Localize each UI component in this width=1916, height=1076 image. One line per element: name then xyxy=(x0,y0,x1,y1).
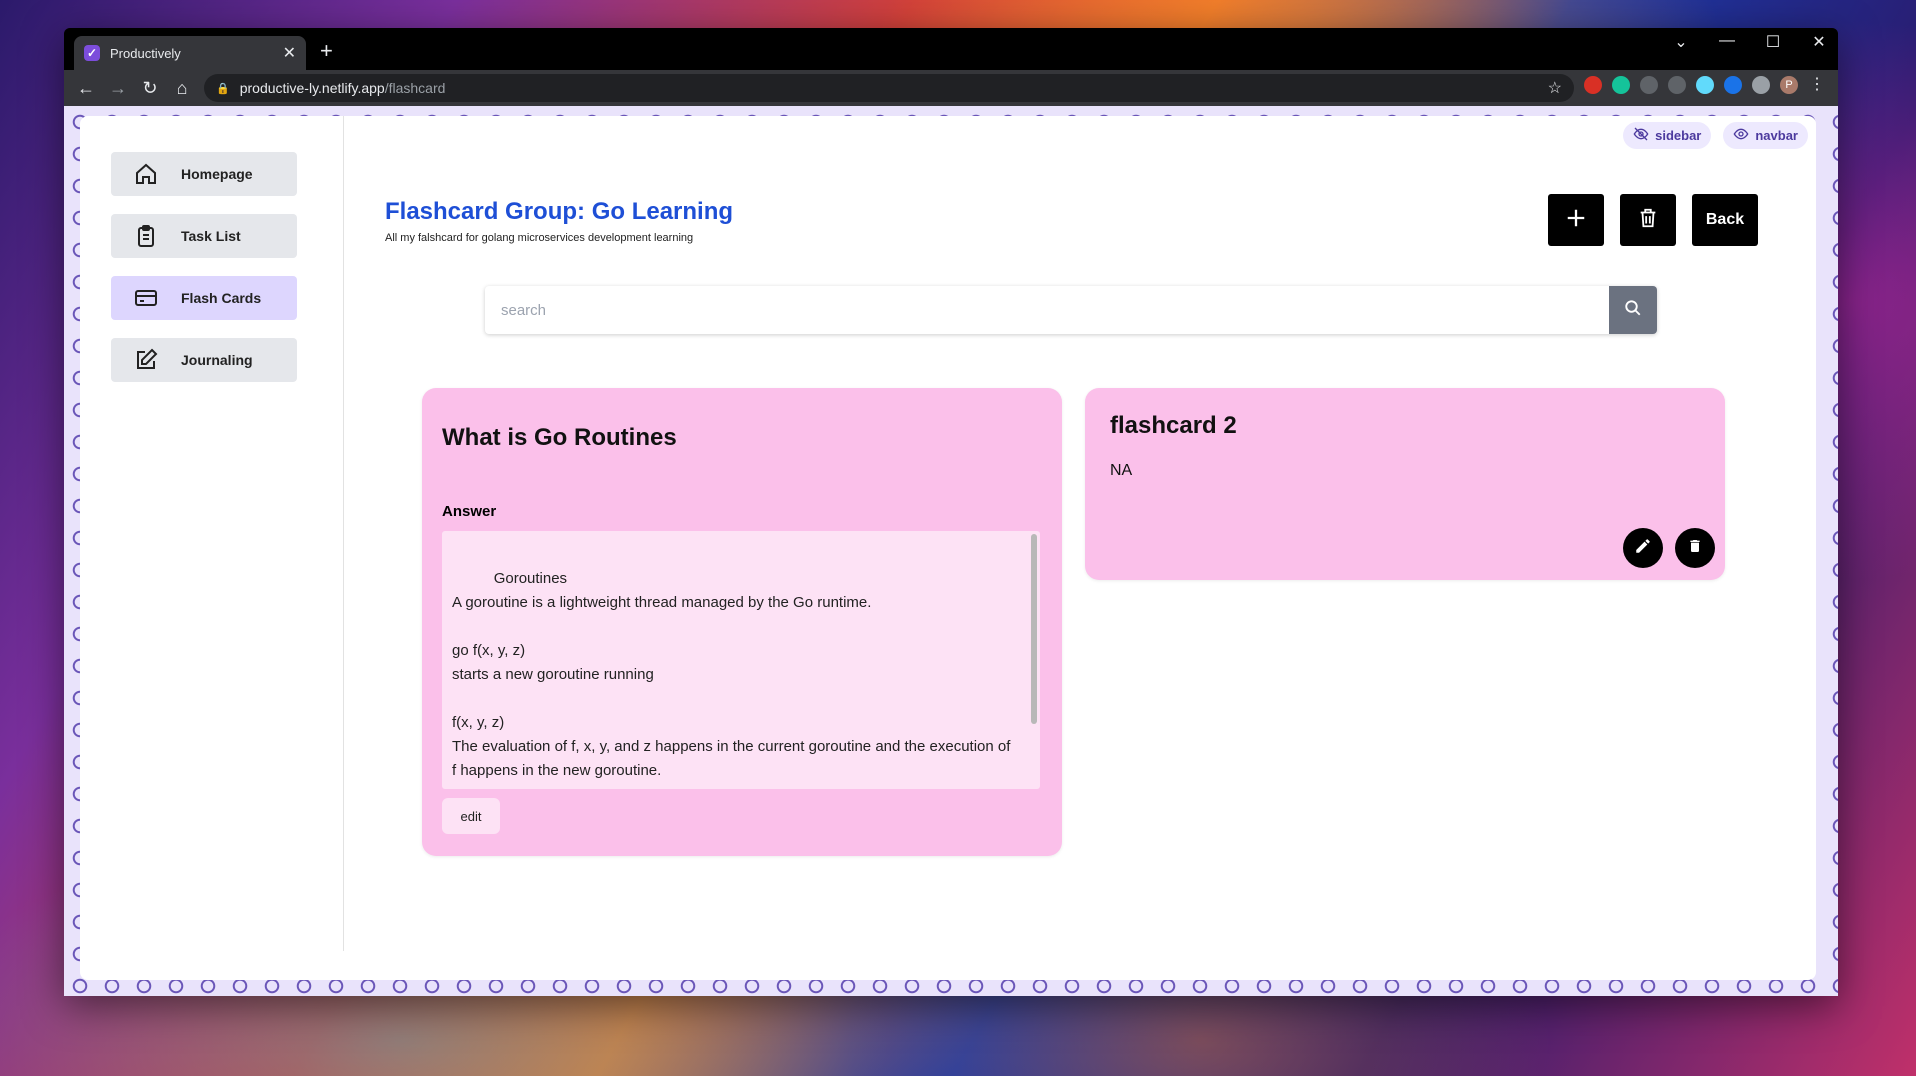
add-flashcard-button[interactable] xyxy=(1548,194,1604,246)
new-tab-icon[interactable]: + xyxy=(320,38,333,64)
extension-blue-icon[interactable] xyxy=(1724,76,1742,94)
search-icon xyxy=(1624,299,1642,322)
window-controls: ⌄ — ☐ ✕ xyxy=(1672,32,1828,52)
home-browser-icon[interactable]: ⌂ xyxy=(166,78,198,99)
menu-kebab-icon[interactable]: ⋮ xyxy=(1808,76,1826,94)
maximize-icon[interactable]: ☐ xyxy=(1764,32,1782,52)
sidebar-item-label: Flash Cards xyxy=(181,290,262,306)
delete-group-button[interactable] xyxy=(1620,194,1676,246)
trash-icon xyxy=(1687,538,1703,559)
sidebar-item-task-list[interactable]: Task List xyxy=(111,214,297,258)
edit-button[interactable]: edit xyxy=(442,798,500,834)
browser-window: ✓ Productively ✕ + ⌄ — ☐ ✕ ← → ↻ ⌂ 🔒 pro… xyxy=(64,28,1838,996)
flashcard-title: flashcard 2 xyxy=(1110,412,1237,439)
sidebar-item-label: Journaling xyxy=(181,352,253,368)
delete-flashcard-button[interactable] xyxy=(1675,528,1715,568)
flashcard-body: NA xyxy=(1110,462,1133,479)
flashcard: What is Go Routines Answer Goroutines A … xyxy=(422,388,1062,856)
page-description: All my falshcard for golang microservice… xyxy=(385,232,694,244)
app-content: Homepage Task List Flash Cards Journalin… xyxy=(80,116,1816,980)
extension-red-icon[interactable] xyxy=(1584,76,1602,94)
navbar-toggle-label: navbar xyxy=(1755,128,1798,143)
url-path: /flashcard xyxy=(384,80,446,96)
search-button[interactable] xyxy=(1609,286,1657,334)
edit-flashcard-button[interactable] xyxy=(1623,528,1663,568)
answer-textarea[interactable]: Goroutines A goroutine is a lightweight … xyxy=(442,531,1040,789)
minimize-icon[interactable]: — xyxy=(1718,32,1736,52)
answer-text: Goroutines A goroutine is a lightweight … xyxy=(452,570,1011,779)
extension-grammarly-icon[interactable] xyxy=(1612,76,1630,94)
tab-title: Productively xyxy=(110,45,181,61)
close-window-icon[interactable]: ✕ xyxy=(1810,32,1828,52)
reload-icon[interactable]: ↻ xyxy=(134,78,166,99)
browser-toolbar: ← → ↻ ⌂ 🔒 productive-ly.netlify.app /fla… xyxy=(64,70,1838,106)
flashcard-title: What is Go Routines xyxy=(442,424,677,451)
back-arrow-icon[interactable]: ← xyxy=(70,78,102,99)
sidebar-item-flash-cards[interactable]: Flash Cards xyxy=(111,276,297,320)
edit-icon xyxy=(133,347,159,373)
tab-strip: ✓ Productively ✕ + ⌄ — ☐ ✕ xyxy=(64,28,1838,70)
eye-off-icon xyxy=(1633,126,1649,145)
sidebar-toggle-button[interactable]: sidebar xyxy=(1623,122,1712,149)
page-title: Flashcard Group: Go Learning xyxy=(385,198,734,225)
extension-pen-icon[interactable] xyxy=(1640,76,1658,94)
sidebar: Homepage Task List Flash Cards Journalin… xyxy=(80,116,344,951)
answer-scrollbar[interactable] xyxy=(1031,534,1037,724)
browser-tab[interactable]: ✓ Productively ✕ xyxy=(74,36,306,70)
extensions-area: P ⋮ xyxy=(1584,76,1826,94)
clipboard-icon xyxy=(133,223,159,249)
pencil-icon xyxy=(1634,537,1652,560)
search-bar xyxy=(485,286,1657,334)
sidebar-toggle-label: sidebar xyxy=(1655,128,1702,143)
tab-search-chevron-icon[interactable]: ⌄ xyxy=(1672,32,1690,52)
forward-arrow-icon[interactable]: → xyxy=(102,78,134,99)
sidebar-item-label: Task List xyxy=(181,228,241,244)
flashcard: flashcard 2 NA xyxy=(1085,388,1725,580)
profile-avatar[interactable]: P xyxy=(1780,76,1798,94)
bookmark-star-icon[interactable]: ☆ xyxy=(1548,78,1562,98)
home-icon xyxy=(133,161,159,187)
trash-icon xyxy=(1637,207,1659,234)
app-page: Homepage Task List Flash Cards Journalin… xyxy=(64,106,1838,996)
navbar-toggle-button[interactable]: navbar xyxy=(1723,122,1808,149)
url-host: productive-ly.netlify.app xyxy=(239,80,385,96)
favicon-check-icon: ✓ xyxy=(84,45,100,61)
sidebar-item-journaling[interactable]: Journaling xyxy=(111,338,297,382)
eye-icon xyxy=(1733,126,1749,145)
extension-react-icon[interactable] xyxy=(1696,76,1714,94)
address-bar[interactable]: 🔒 productive-ly.netlify.app /flashcard ☆ xyxy=(204,74,1574,102)
plus-icon xyxy=(1565,207,1587,234)
sidebar-item-homepage[interactable]: Homepage xyxy=(111,152,297,196)
extensions-puzzle-icon[interactable] xyxy=(1752,76,1770,94)
credit-card-icon xyxy=(133,285,159,311)
close-tab-icon[interactable]: ✕ xyxy=(283,43,296,63)
back-button[interactable]: Back xyxy=(1692,194,1758,246)
layout-toggles: sidebar navbar xyxy=(1623,122,1808,149)
extension-fx-icon[interactable] xyxy=(1668,76,1686,94)
search-input[interactable] xyxy=(485,286,1609,334)
lock-icon[interactable]: 🔒 xyxy=(216,82,230,95)
answer-label: Answer xyxy=(442,503,497,520)
sidebar-item-label: Homepage xyxy=(181,166,253,182)
